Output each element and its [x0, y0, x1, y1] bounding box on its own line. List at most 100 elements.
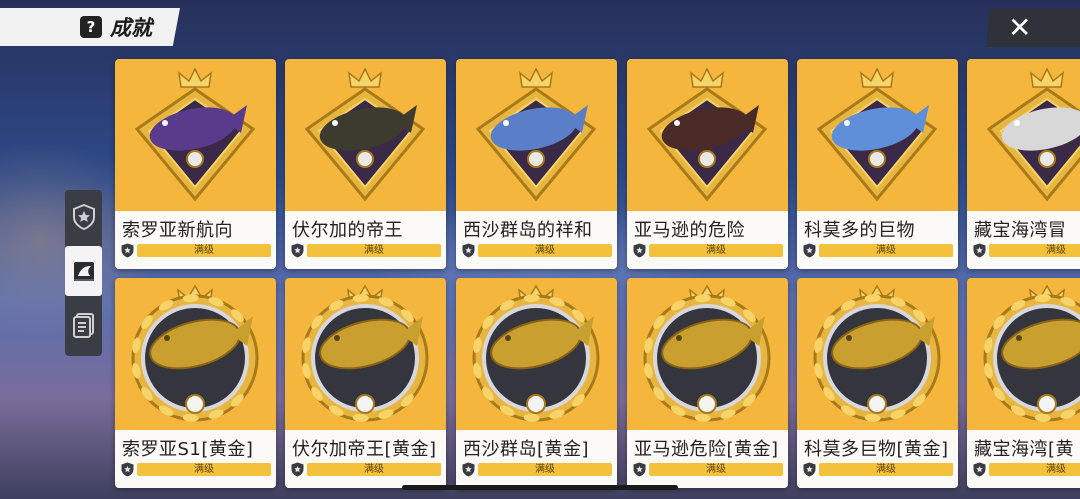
level-row: 满级	[803, 243, 953, 258]
card-artwork	[456, 278, 617, 430]
card-info: 亚马逊危险[黄金] 满级	[627, 430, 788, 488]
achievement-card[interactable]: 藏宝海湾[黄满级	[967, 278, 1080, 488]
tab-card-list[interactable]	[65, 300, 102, 350]
level-status-bar: 满级	[137, 463, 271, 476]
card-title: 伏尔加的帝王	[292, 220, 403, 241]
trophy-emblem-icon	[131, 284, 259, 422]
trophy-emblem-icon	[983, 284, 1080, 422]
rank-shield-icon	[803, 243, 816, 258]
level-status-bar: 满级	[819, 244, 953, 257]
tab-achievement-badges[interactable]	[65, 192, 102, 242]
rank-shield-icon	[291, 462, 304, 477]
level-row: 满级	[121, 462, 271, 477]
card-title: 索罗亚新航向	[122, 220, 233, 241]
rank-shield-icon	[633, 462, 646, 477]
level-status-bar: 满级	[137, 244, 271, 257]
achievement-card[interactable]: 藏宝海湾冒满级	[967, 59, 1080, 269]
level-status-bar: 满级	[307, 463, 441, 476]
level-row: 满级	[462, 243, 612, 258]
achievement-card[interactable]: 亚马逊危险[黄金] 满级	[627, 278, 788, 488]
card-info: 藏宝海湾冒满级	[967, 211, 1080, 269]
achievement-card[interactable]: 伏尔加的帝王满级	[285, 59, 446, 269]
card-list-icon	[72, 313, 94, 338]
level-row: 满级	[291, 462, 441, 477]
card-info: 藏宝海湾[黄满级	[967, 430, 1080, 488]
side-tab-bar	[65, 190, 102, 356]
card-title: 科莫多的巨物	[804, 220, 915, 241]
card-title: 伏尔加帝王[黄金]	[292, 439, 437, 460]
trophy-emblem-icon	[301, 284, 429, 422]
achievement-card[interactable]: 西沙群岛[黄金] 满级	[456, 278, 617, 488]
trophy-emblem-icon	[646, 67, 768, 202]
header-bar: ? 成就	[0, 8, 180, 46]
star-badge-icon	[72, 204, 95, 230]
achievement-card[interactable]: 索罗亚S1[黄金] 满级	[115, 278, 276, 488]
card-artwork	[627, 278, 788, 430]
tab-fish-collection[interactable]	[65, 246, 102, 296]
level-status-bar: 满级	[989, 463, 1080, 476]
rank-shield-icon	[803, 462, 816, 477]
card-info: 伏尔加帝王[黄金] 满级	[285, 430, 446, 488]
level-row: 满级	[462, 462, 612, 477]
page-title: 成就	[110, 16, 152, 40]
card-title: 科莫多巨物[黄金]	[804, 439, 949, 460]
card-title: 亚马逊危险[黄金]	[634, 439, 779, 460]
rank-shield-icon	[121, 462, 134, 477]
card-info: 科莫多的巨物满级	[797, 211, 958, 269]
rank-shield-icon	[462, 243, 475, 258]
level-row: 满级	[121, 243, 271, 258]
level-row: 满级	[973, 462, 1080, 477]
achievement-card[interactable]: 科莫多的巨物满级	[797, 59, 958, 269]
close-icon: ✕	[1008, 11, 1032, 44]
card-info: 西沙群岛[黄金] 满级	[456, 430, 617, 488]
achievement-card[interactable]: 索罗亚新航向满级	[115, 59, 276, 269]
card-info: 索罗亚S1[黄金] 满级	[115, 430, 276, 488]
card-title: 藏宝海湾冒	[974, 220, 1067, 241]
level-status-bar: 满级	[307, 244, 441, 257]
level-row: 满级	[633, 243, 783, 258]
trophy-emblem-icon	[475, 67, 597, 202]
card-artwork	[967, 59, 1080, 211]
rank-shield-icon	[291, 243, 304, 258]
level-row: 满级	[803, 462, 953, 477]
rank-shield-icon	[973, 462, 986, 477]
card-title: 西沙群岛的祥和	[463, 220, 593, 241]
level-status-bar: 满级	[478, 244, 612, 257]
card-title: 索罗亚S1[黄金]	[122, 439, 254, 460]
card-artwork	[797, 278, 958, 430]
level-row: 满级	[973, 243, 1080, 258]
card-artwork	[115, 59, 276, 211]
trophy-emblem-icon	[986, 67, 1080, 202]
trophy-emblem-icon	[134, 67, 256, 202]
card-artwork	[456, 59, 617, 211]
achievement-card[interactable]: 亚马逊的危险 满级	[627, 59, 788, 269]
trophy-emblem-icon	[816, 67, 938, 202]
card-title: 藏宝海湾[黄	[974, 439, 1075, 460]
card-title: 西沙群岛[黄金]	[463, 439, 590, 460]
level-status-bar: 满级	[649, 463, 783, 476]
achievement-card[interactable]: 科莫多巨物[黄金] 满级	[797, 278, 958, 488]
card-info: 科莫多巨物[黄金] 满级	[797, 430, 958, 488]
help-icon[interactable]: ?	[80, 16, 102, 38]
card-info: 亚马逊的危险 满级	[627, 211, 788, 269]
trophy-emblem-icon	[813, 284, 941, 422]
card-artwork	[627, 59, 788, 211]
trophy-emblem-icon	[304, 67, 426, 202]
achievement-card[interactable]: 伏尔加帝王[黄金] 满级	[285, 278, 446, 488]
scroll-indicator[interactable]	[402, 485, 678, 490]
level-status-bar: 满级	[819, 463, 953, 476]
card-info: 索罗亚新航向满级	[115, 211, 276, 269]
card-artwork	[115, 278, 276, 430]
card-info: 伏尔加的帝王满级	[285, 211, 446, 269]
close-button[interactable]: ✕	[986, 9, 1080, 47]
level-status-bar: 满级	[478, 463, 612, 476]
card-artwork	[285, 278, 446, 430]
level-status-bar: 满级	[649, 244, 783, 257]
trophy-emblem-icon	[472, 284, 600, 422]
rank-shield-icon	[633, 243, 646, 258]
card-artwork	[797, 59, 958, 211]
achievement-card[interactable]: 西沙群岛的祥和满级	[456, 59, 617, 269]
level-row: 满级	[291, 243, 441, 258]
rank-shield-icon	[462, 462, 475, 477]
level-status-bar: 满级	[989, 244, 1080, 257]
